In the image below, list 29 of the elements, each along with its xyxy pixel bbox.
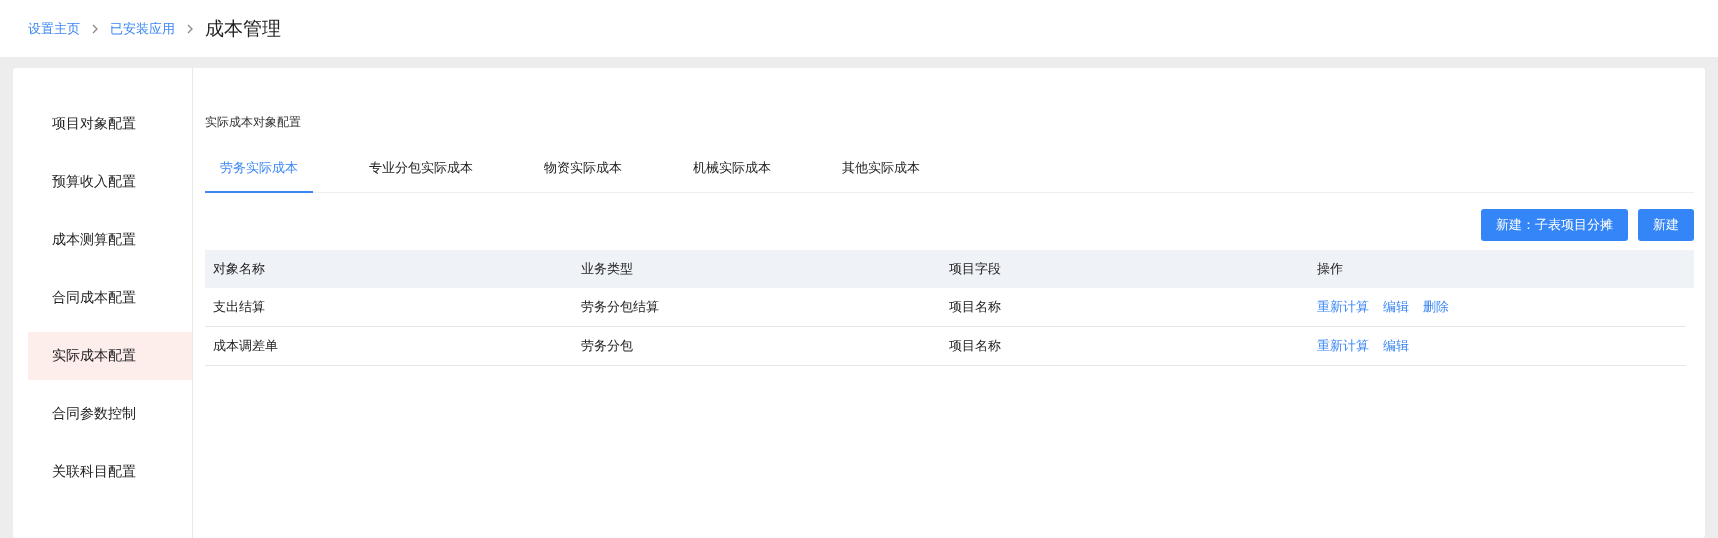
tab[interactable]: 劳务实际成本 [205, 147, 313, 193]
column-header: 对象名称 [212, 260, 266, 278]
action-link[interactable]: 编辑 [1383, 337, 1409, 355]
chevron-right-icon [90, 23, 100, 34]
section-title: 实际成本对象配置 [205, 114, 302, 131]
table-cell-text: 成本调差单 [212, 337, 279, 355]
action-link[interactable]: 删除 [1423, 298, 1449, 316]
column-header: 操作 [1316, 260, 1344, 278]
breadcrumb-link[interactable]: 设置主页 [28, 19, 80, 38]
tab[interactable]: 机械实际成本 [678, 147, 786, 193]
tab[interactable]: 物资实际成本 [529, 147, 637, 193]
table-cell-text: 劳务分包结算 [580, 298, 660, 316]
action-link[interactable]: 重新计算 [1317, 337, 1369, 355]
action-link[interactable]: 重新计算 [1317, 298, 1369, 316]
table-cell-text: 劳务分包 [580, 337, 634, 355]
table-cell-text: 支出结算 [212, 298, 266, 316]
table-cell-text: 项目名称 [948, 337, 1002, 355]
chevron-right-icon [185, 23, 195, 34]
breadcrumb-link[interactable]: 已安装应用 [110, 19, 175, 38]
table-cell-text: 项目名称 [948, 298, 1002, 316]
action-link[interactable]: 编辑 [1383, 298, 1409, 316]
tab[interactable]: 其他实际成本 [827, 147, 935, 193]
tab[interactable]: 专业分包实际成本 [354, 147, 488, 193]
sidebar-item[interactable]: 实际成本配置 [28, 332, 192, 380]
column-header: 业务类型 [580, 260, 634, 278]
new-button[interactable]: 新建 [1638, 209, 1694, 241]
column-header: 项目字段 [948, 260, 1002, 278]
new-button[interactable]: 新建：子表项目分摊 [1481, 209, 1628, 241]
page-title: 成本管理 [205, 15, 281, 41]
